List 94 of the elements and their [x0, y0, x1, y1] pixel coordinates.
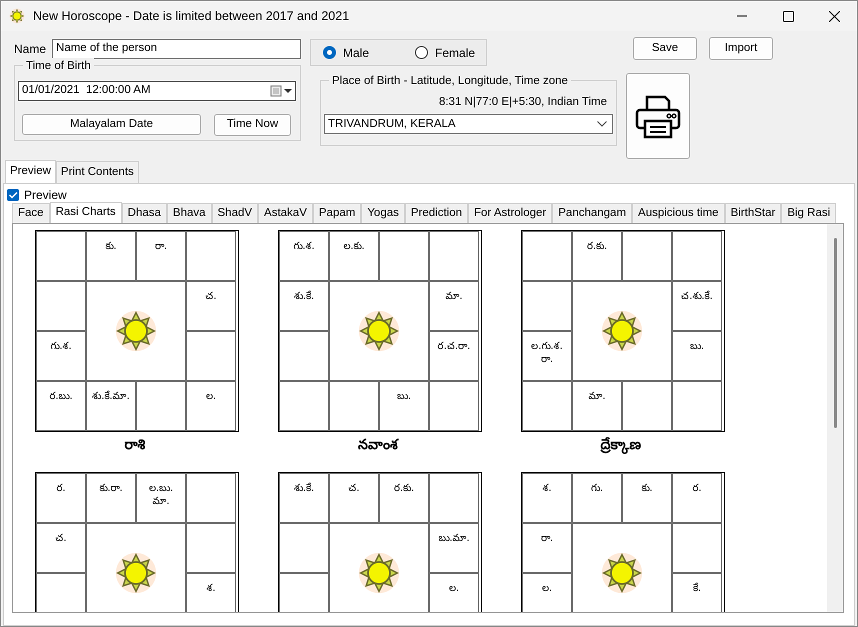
planet-cell: రా. [522, 523, 572, 573]
planet-cell: కు. [86, 231, 136, 281]
gender-radio[interactable]: Female [415, 44, 476, 62]
planet-cell: చ. [329, 473, 379, 523]
planet-cell: ర.బు. [36, 381, 86, 431]
sun-icon [357, 309, 401, 353]
malayalam-date-button[interactable]: Malayalam Date [22, 114, 201, 135]
planet-cell: మా. [572, 381, 622, 431]
tab[interactable]: Auspicious time [632, 202, 725, 223]
coordinates-text: 8:31 N|77:0 E|+5:30, Indian Time [438, 95, 608, 110]
place-dropdown[interactable]: TRIVANDRUM, KERALA [324, 114, 613, 134]
chart-cell [186, 231, 236, 281]
planet-cell: కు. [622, 473, 672, 523]
tab[interactable]: Print Contents [56, 160, 139, 183]
close-icon [828, 10, 840, 22]
chart-cell [36, 231, 86, 281]
name-label: Name [14, 41, 46, 58]
sun-icon [600, 309, 644, 353]
chart-cell [429, 473, 479, 523]
app-icon [9, 8, 25, 24]
chart-cell [672, 381, 722, 431]
chart-cell [522, 231, 572, 281]
planet-cell: ల. [186, 381, 236, 431]
planet-cell: గు.శ. [36, 331, 86, 381]
tab[interactable]: Big Rasi [781, 202, 836, 223]
maximize-icon [782, 10, 794, 22]
tab[interactable]: Preview [5, 160, 56, 183]
planet-cell: ర. [36, 473, 86, 523]
planet-cell: ల.గు.శ. రా. [522, 331, 572, 381]
sun-icon [114, 309, 158, 353]
sun-icon [114, 551, 158, 595]
date-time-field[interactable]: 01/01/2021 12:00:00 AM [18, 81, 296, 101]
planet-cell: ర. [672, 473, 722, 523]
planet-cell: కే. [672, 573, 722, 612]
planet-cell: ల. [522, 573, 572, 612]
tab[interactable]: Papam [312, 202, 362, 223]
chart-title: ద్రేక్కాణ [600, 436, 642, 456]
time-now-button[interactable]: Time Now [214, 114, 291, 136]
tab[interactable]: Dhasa [122, 202, 167, 223]
planet-cell: బు. [379, 381, 429, 431]
tab[interactable]: Panchangam [552, 202, 632, 223]
chevron-down-icon [597, 121, 607, 128]
tab[interactable]: BirthStar [724, 202, 782, 223]
tab[interactable]: For Astrologer [468, 202, 552, 223]
planet-cell: ర.కు. [572, 231, 622, 281]
chart-cell [429, 231, 479, 281]
planet-cell: కు.రా. [86, 473, 136, 523]
planet-cell: ర.కు. [379, 473, 429, 523]
gender-radio[interactable]: Male [323, 44, 370, 62]
chart-title: రాశి [124, 436, 146, 455]
planet-cell: ల. [429, 573, 479, 612]
tab[interactable]: Yogas [361, 202, 405, 223]
chart-cell [186, 473, 236, 523]
chart-cell [429, 381, 479, 431]
place-value: TRIVANDRUM, KERALA [328, 116, 456, 132]
chart-cell [672, 231, 722, 281]
chart-title: నవాంశ [357, 436, 400, 455]
planet-cell: రా. [136, 231, 186, 281]
planet-cell: బు.మా. [429, 523, 479, 573]
planet-cell: శు.కే. [279, 473, 329, 523]
sun-icon [600, 551, 644, 595]
planet-cell: ల.బు. మా. [136, 473, 186, 523]
import-button[interactable]: Import [709, 37, 773, 60]
tab[interactable]: Bhava [166, 202, 212, 223]
chart-cell [279, 381, 329, 431]
planet-cell: శ. [186, 573, 236, 612]
planet-cell: బు. [672, 331, 722, 381]
planet-cell: ర.చ.రా. [429, 331, 479, 381]
planet-cell: ల.కు. [329, 231, 379, 281]
planet-cell: మా. [429, 281, 479, 331]
date-time-value: 01/01/2021 12:00:00 AM [22, 83, 151, 98]
save-button[interactable]: Save [633, 37, 697, 60]
window-title: New Horoscope - Date is limited between 2017 and 2021 [33, 8, 350, 25]
planet-cell: శు.కే.మా. [86, 381, 136, 431]
tab[interactable]: Prediction [404, 202, 468, 223]
planet-cell: శ. [522, 473, 572, 523]
chart-cell [522, 381, 572, 431]
checkbox-label: Preview [24, 187, 67, 204]
planet-cell: చ. [36, 523, 86, 573]
vertical-scrollbar[interactable] [827, 224, 843, 612]
preview-checkbox[interactable] [7, 189, 19, 201]
tab[interactable]: Face [12, 202, 50, 223]
planet-cell: గు.శ. [279, 231, 329, 281]
sun-icon [357, 551, 401, 595]
planet-cell: శు.కే. [279, 281, 329, 331]
tab[interactable]: AstakaV [258, 202, 313, 223]
tab[interactable]: Rasi Charts [50, 202, 122, 223]
name-field[interactable]: Name of the person [52, 39, 301, 59]
tab[interactable]: ShadV [212, 202, 258, 223]
planet-cell: చ.శు.కే. [672, 281, 722, 331]
planet-cell: గు. [572, 473, 622, 523]
print-button[interactable] [626, 73, 690, 159]
planet-cell: చ. [186, 281, 236, 331]
calendar-dropdown-icon[interactable] [270, 85, 292, 97]
